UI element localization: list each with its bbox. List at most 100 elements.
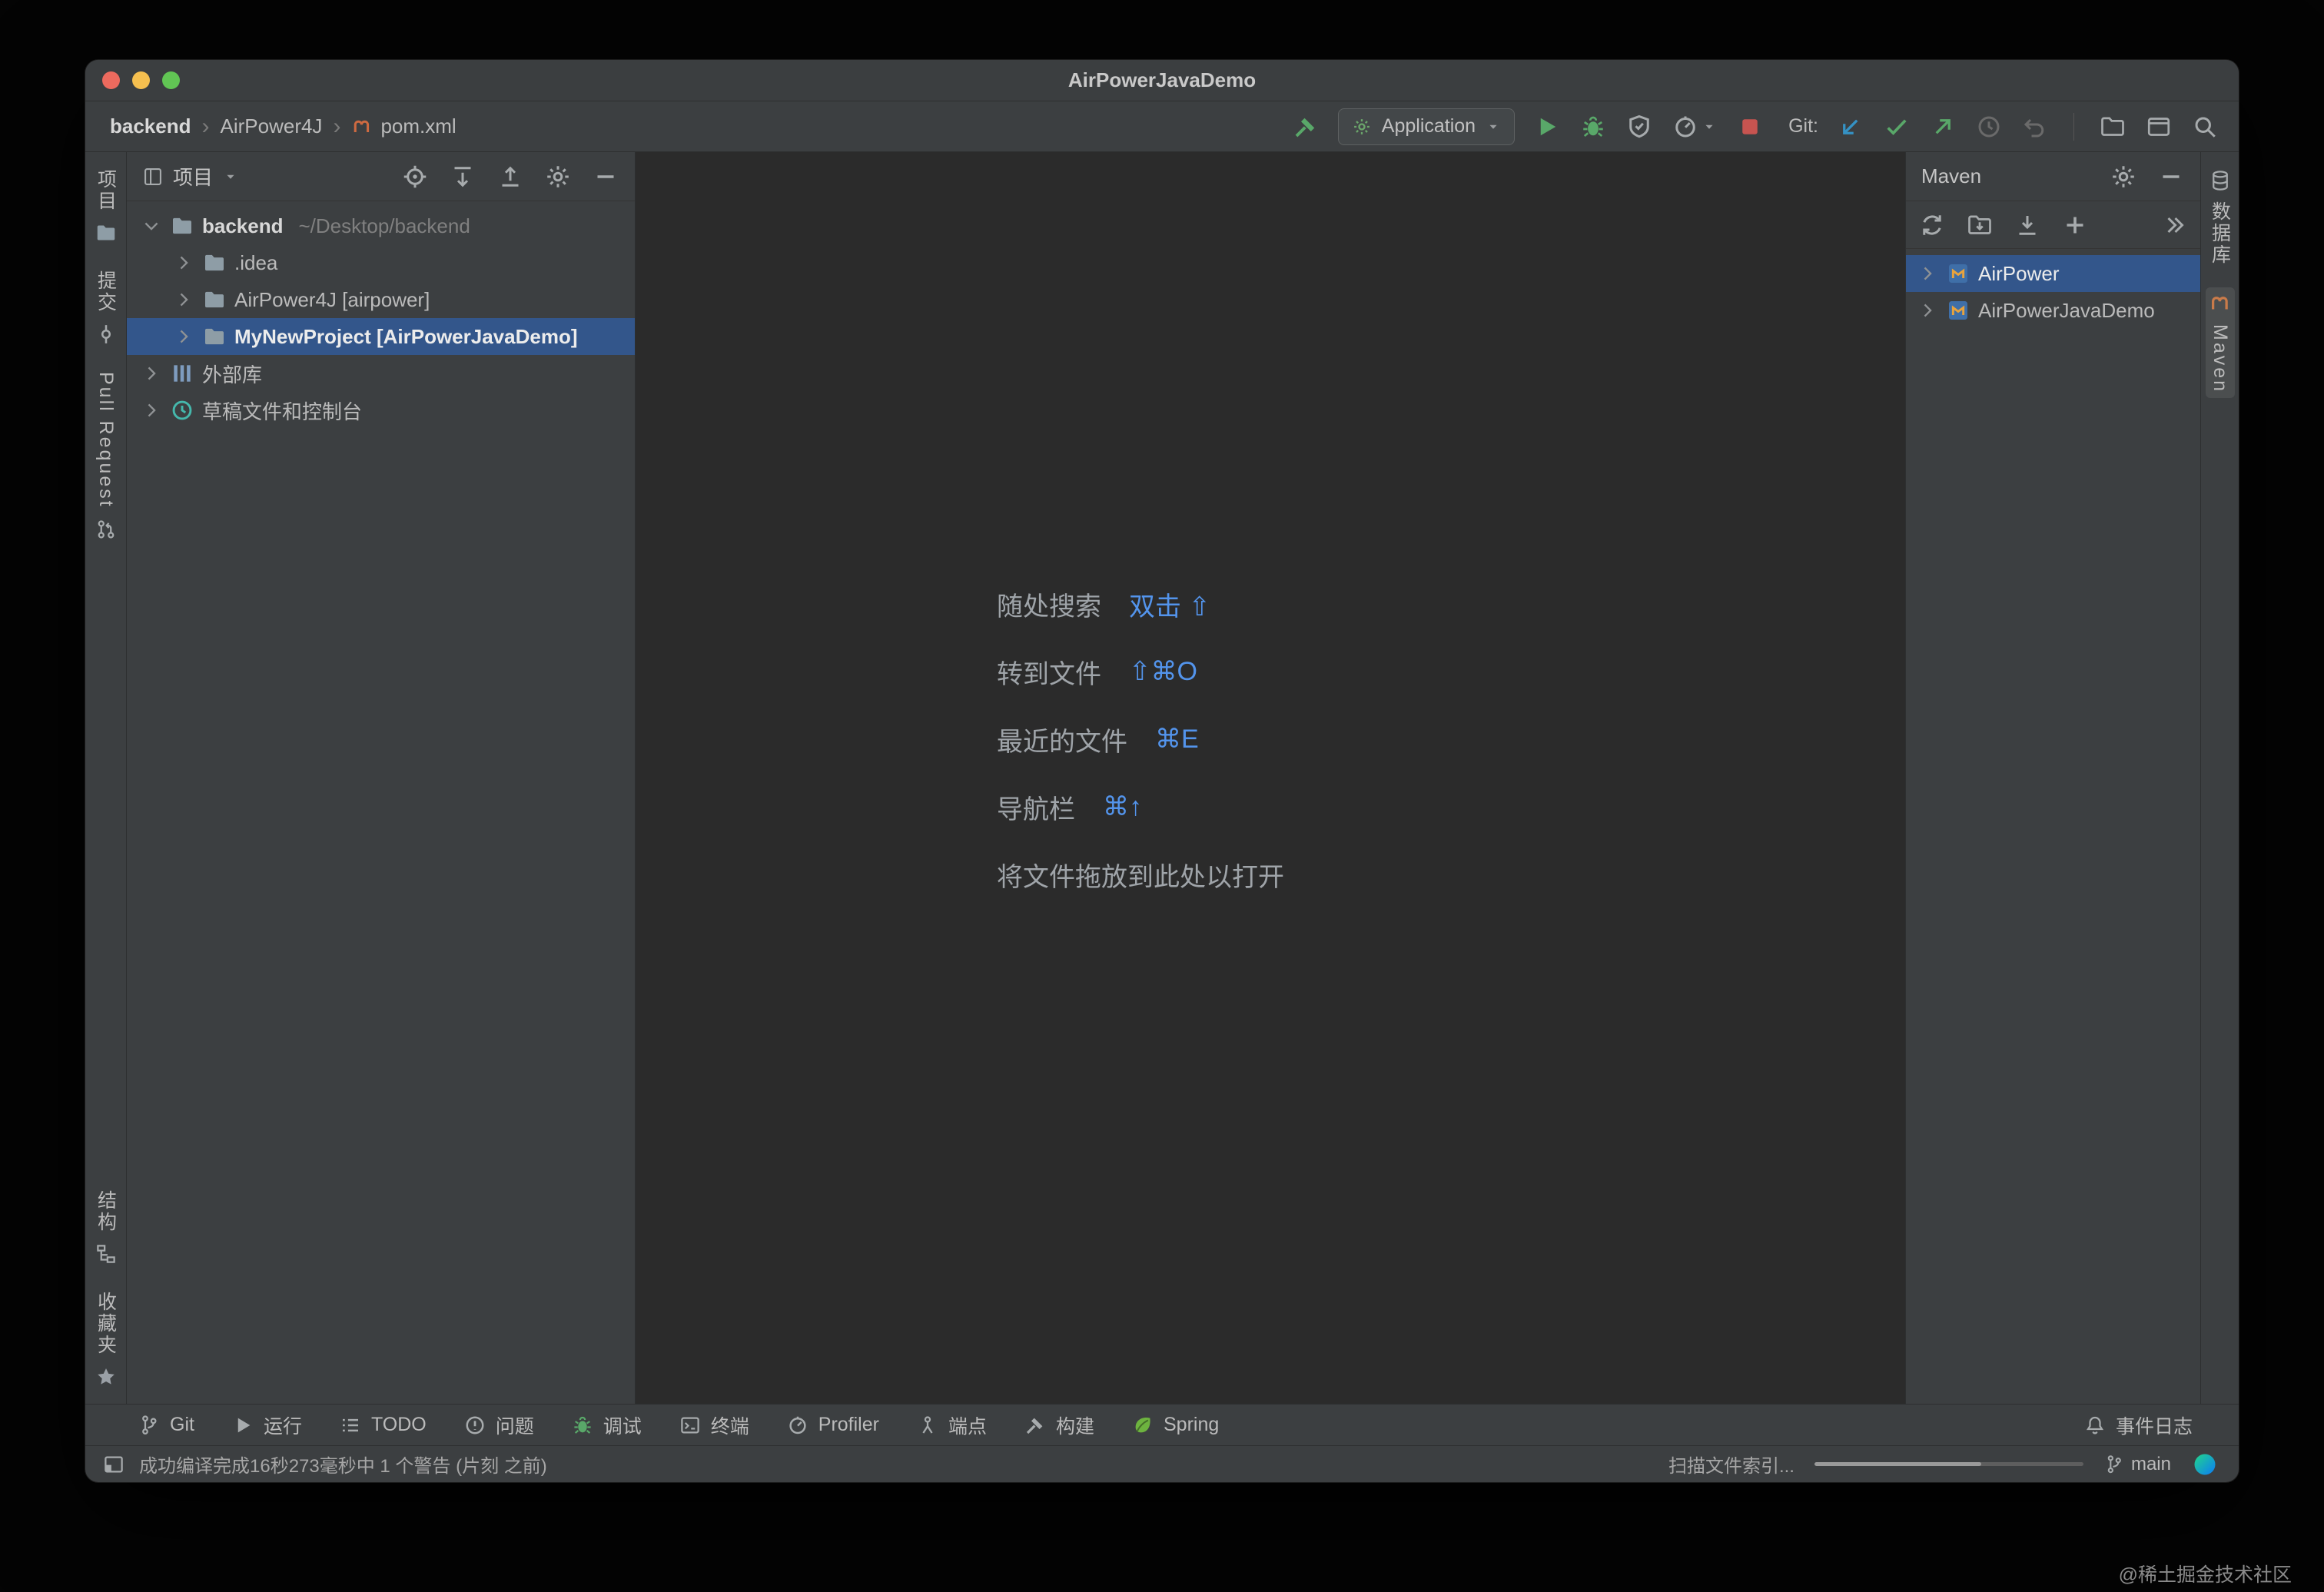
tree-item[interactable]: MyNewProject [AirPowerJavaDemo] [127, 318, 635, 355]
chevron-right-icon[interactable] [141, 363, 162, 384]
tool-strip-button-pull-request[interactable]: Pull Request [91, 367, 121, 546]
git-push-icon[interactable] [1929, 113, 1957, 141]
spring-leaf-icon [1131, 1414, 1154, 1437]
commit-icon [95, 323, 118, 346]
hammer-gray-icon [1024, 1414, 1047, 1437]
maven-tree-item[interactable]: AirPowerJavaDemo [1906, 292, 2200, 329]
tool-window-button-run[interactable]: 运行 [231, 1411, 302, 1439]
tool-window-button-debug[interactable]: 调试 [571, 1411, 642, 1439]
editor-area[interactable]: 随处搜索双击 ⇧转到文件⇧⌘O最近的文件⌘E导航栏⌘↑将文件拖放到此处以打开 [636, 152, 1905, 1404]
project-tree: backend~/Desktop/backend.ideaAirPower4J … [127, 201, 635, 429]
tool-window-button-endpoints[interactable]: 端点 [916, 1411, 987, 1439]
expand-all-icon[interactable] [449, 163, 476, 191]
run-config-label: Application [1382, 115, 1476, 138]
tool-window-button-label: 运行 [264, 1411, 302, 1439]
window-controls [85, 71, 180, 89]
gear-icon[interactable] [2110, 163, 2137, 191]
git-label: Git: [1788, 115, 1818, 138]
minus-icon[interactable] [592, 163, 619, 191]
chevron-right-icon[interactable] [141, 400, 162, 421]
minus-icon[interactable] [2157, 163, 2185, 191]
breadcrumb-item[interactable]: backend [110, 114, 191, 138]
chevron-right-icon[interactable] [1917, 300, 1938, 321]
tool-strip-button-database[interactable]: 数据库 [2203, 164, 2237, 270]
gradient-circle-icon[interactable] [2191, 1451, 2219, 1478]
rollback-icon[interactable] [2021, 113, 2049, 141]
tree-item[interactable]: 外部库 [127, 355, 635, 392]
chevron-down-icon[interactable] [141, 215, 162, 237]
tree-item[interactable]: 草稿文件和控制台 [127, 392, 635, 429]
locate-icon[interactable] [401, 163, 429, 191]
todo-icon [339, 1414, 362, 1437]
tool-window-button-problems[interactable]: 问题 [463, 1411, 534, 1439]
chevrons-right-icon[interactable] [2160, 211, 2188, 239]
profiler-button[interactable] [1672, 113, 1718, 141]
titlebar[interactable]: AirPowerJavaDemo [85, 60, 2239, 101]
hint-label: 将文件拖放到此处以打开 [997, 856, 1284, 894]
hint-label: 最近的文件 [997, 721, 1127, 758]
tool-strip-button-bookmarks[interactable]: 收藏夹 [89, 1287, 123, 1393]
chevron-down-icon[interactable] [222, 168, 239, 185]
main-area: 项目提交 Pull Request 结构收藏夹 项目 backend~/Deskt… [85, 152, 2239, 1404]
gear-icon[interactable] [544, 163, 572, 191]
branch-name: main [2131, 1454, 2171, 1475]
tool-window-button-label: Profiler [818, 1414, 879, 1436]
stop-icon[interactable] [1736, 113, 1764, 141]
chevron-right-icon[interactable] [173, 252, 194, 274]
tool-window-button-profiler[interactable]: Profiler [786, 1414, 879, 1437]
tool-window-button-label: 调试 [603, 1411, 642, 1439]
tree-item[interactable]: .idea [127, 244, 635, 281]
left-strip-top: 项目提交 Pull Request [89, 152, 123, 558]
fullscreen-window-button[interactable] [162, 71, 180, 89]
profiler-icon [1672, 113, 1699, 141]
right-tool-strip: 数据库 Maven [2200, 152, 2239, 1404]
git-update-icon[interactable] [1837, 113, 1864, 141]
folder-icon [202, 250, 227, 275]
tool-window-button-terminal[interactable]: 终端 [679, 1411, 749, 1439]
debug-icon[interactable] [1579, 113, 1607, 141]
chevron-right-icon[interactable] [1917, 263, 1938, 284]
coverage-icon[interactable] [1625, 113, 1653, 141]
tool-strip-button-projects[interactable]: 项目 [89, 164, 123, 249]
download-icon[interactable] [2014, 211, 2041, 239]
problems-icon [463, 1414, 486, 1437]
breadcrumb-item[interactable]: AirPower4J [221, 114, 323, 138]
maven-tree-item[interactable]: AirPower [1906, 255, 2200, 292]
tool-window-button-todo[interactable]: TODO [339, 1414, 427, 1437]
gen-folder-icon[interactable] [1966, 211, 1994, 239]
chevron-right-icon[interactable] [173, 289, 194, 310]
project-panel-title[interactable]: 项目 [173, 162, 213, 191]
tool-window-button-git[interactable]: Git [138, 1414, 194, 1437]
tool-window-button-spring[interactable]: Spring [1131, 1414, 1219, 1437]
plus-icon[interactable] [2061, 211, 2089, 239]
remote-folder-icon[interactable] [2099, 113, 2126, 141]
search-icon[interactable] [2191, 113, 2219, 141]
tool-window-button-event-log[interactable]: 事件日志 [2083, 1411, 2193, 1439]
tree-item[interactable]: backend~/Desktop/backend [127, 207, 635, 244]
window-icon[interactable] [2145, 113, 2173, 141]
tool-strip-button-structure[interactable]: 结构 [89, 1186, 123, 1270]
tool-strip-button-commit[interactable]: 提交 [89, 266, 123, 350]
maven-item-label: AirPower [1978, 262, 2059, 286]
maven-panel-title: Maven [1921, 164, 1981, 188]
refresh-icon[interactable] [1918, 211, 1946, 239]
panel-toggle-icon[interactable] [102, 1453, 125, 1476]
history-icon[interactable] [1975, 113, 2003, 141]
tool-strip-button-maven[interactable]: Maven [2206, 287, 2235, 398]
tree-item[interactable]: AirPower4J [airpower] [127, 281, 635, 318]
chevron-right-icon[interactable] [173, 326, 194, 347]
git-commit-icon[interactable] [1883, 113, 1911, 141]
build-hammer-icon[interactable] [1292, 113, 1320, 141]
close-window-button[interactable] [102, 71, 120, 89]
minimize-window-button[interactable] [132, 71, 150, 89]
breadcrumb-item[interactable]: pom.xml [351, 114, 456, 138]
git-branch-widget[interactable]: main [2103, 1454, 2171, 1475]
run-icon[interactable] [1533, 113, 1561, 141]
run-config-selector[interactable]: Application [1338, 108, 1515, 145]
tool-window-button-build[interactable]: 构建 [1024, 1411, 1094, 1439]
right-strip-top: 数据库 Maven [2203, 152, 2237, 410]
status-message[interactable]: 成功编译完成16秒273毫秒中 1 个警告 (片刻 之前) [139, 1451, 547, 1478]
hint-label: 随处搜索 [997, 585, 1101, 623]
collapse-all-icon[interactable] [496, 163, 524, 191]
folder-icon [95, 221, 118, 244]
